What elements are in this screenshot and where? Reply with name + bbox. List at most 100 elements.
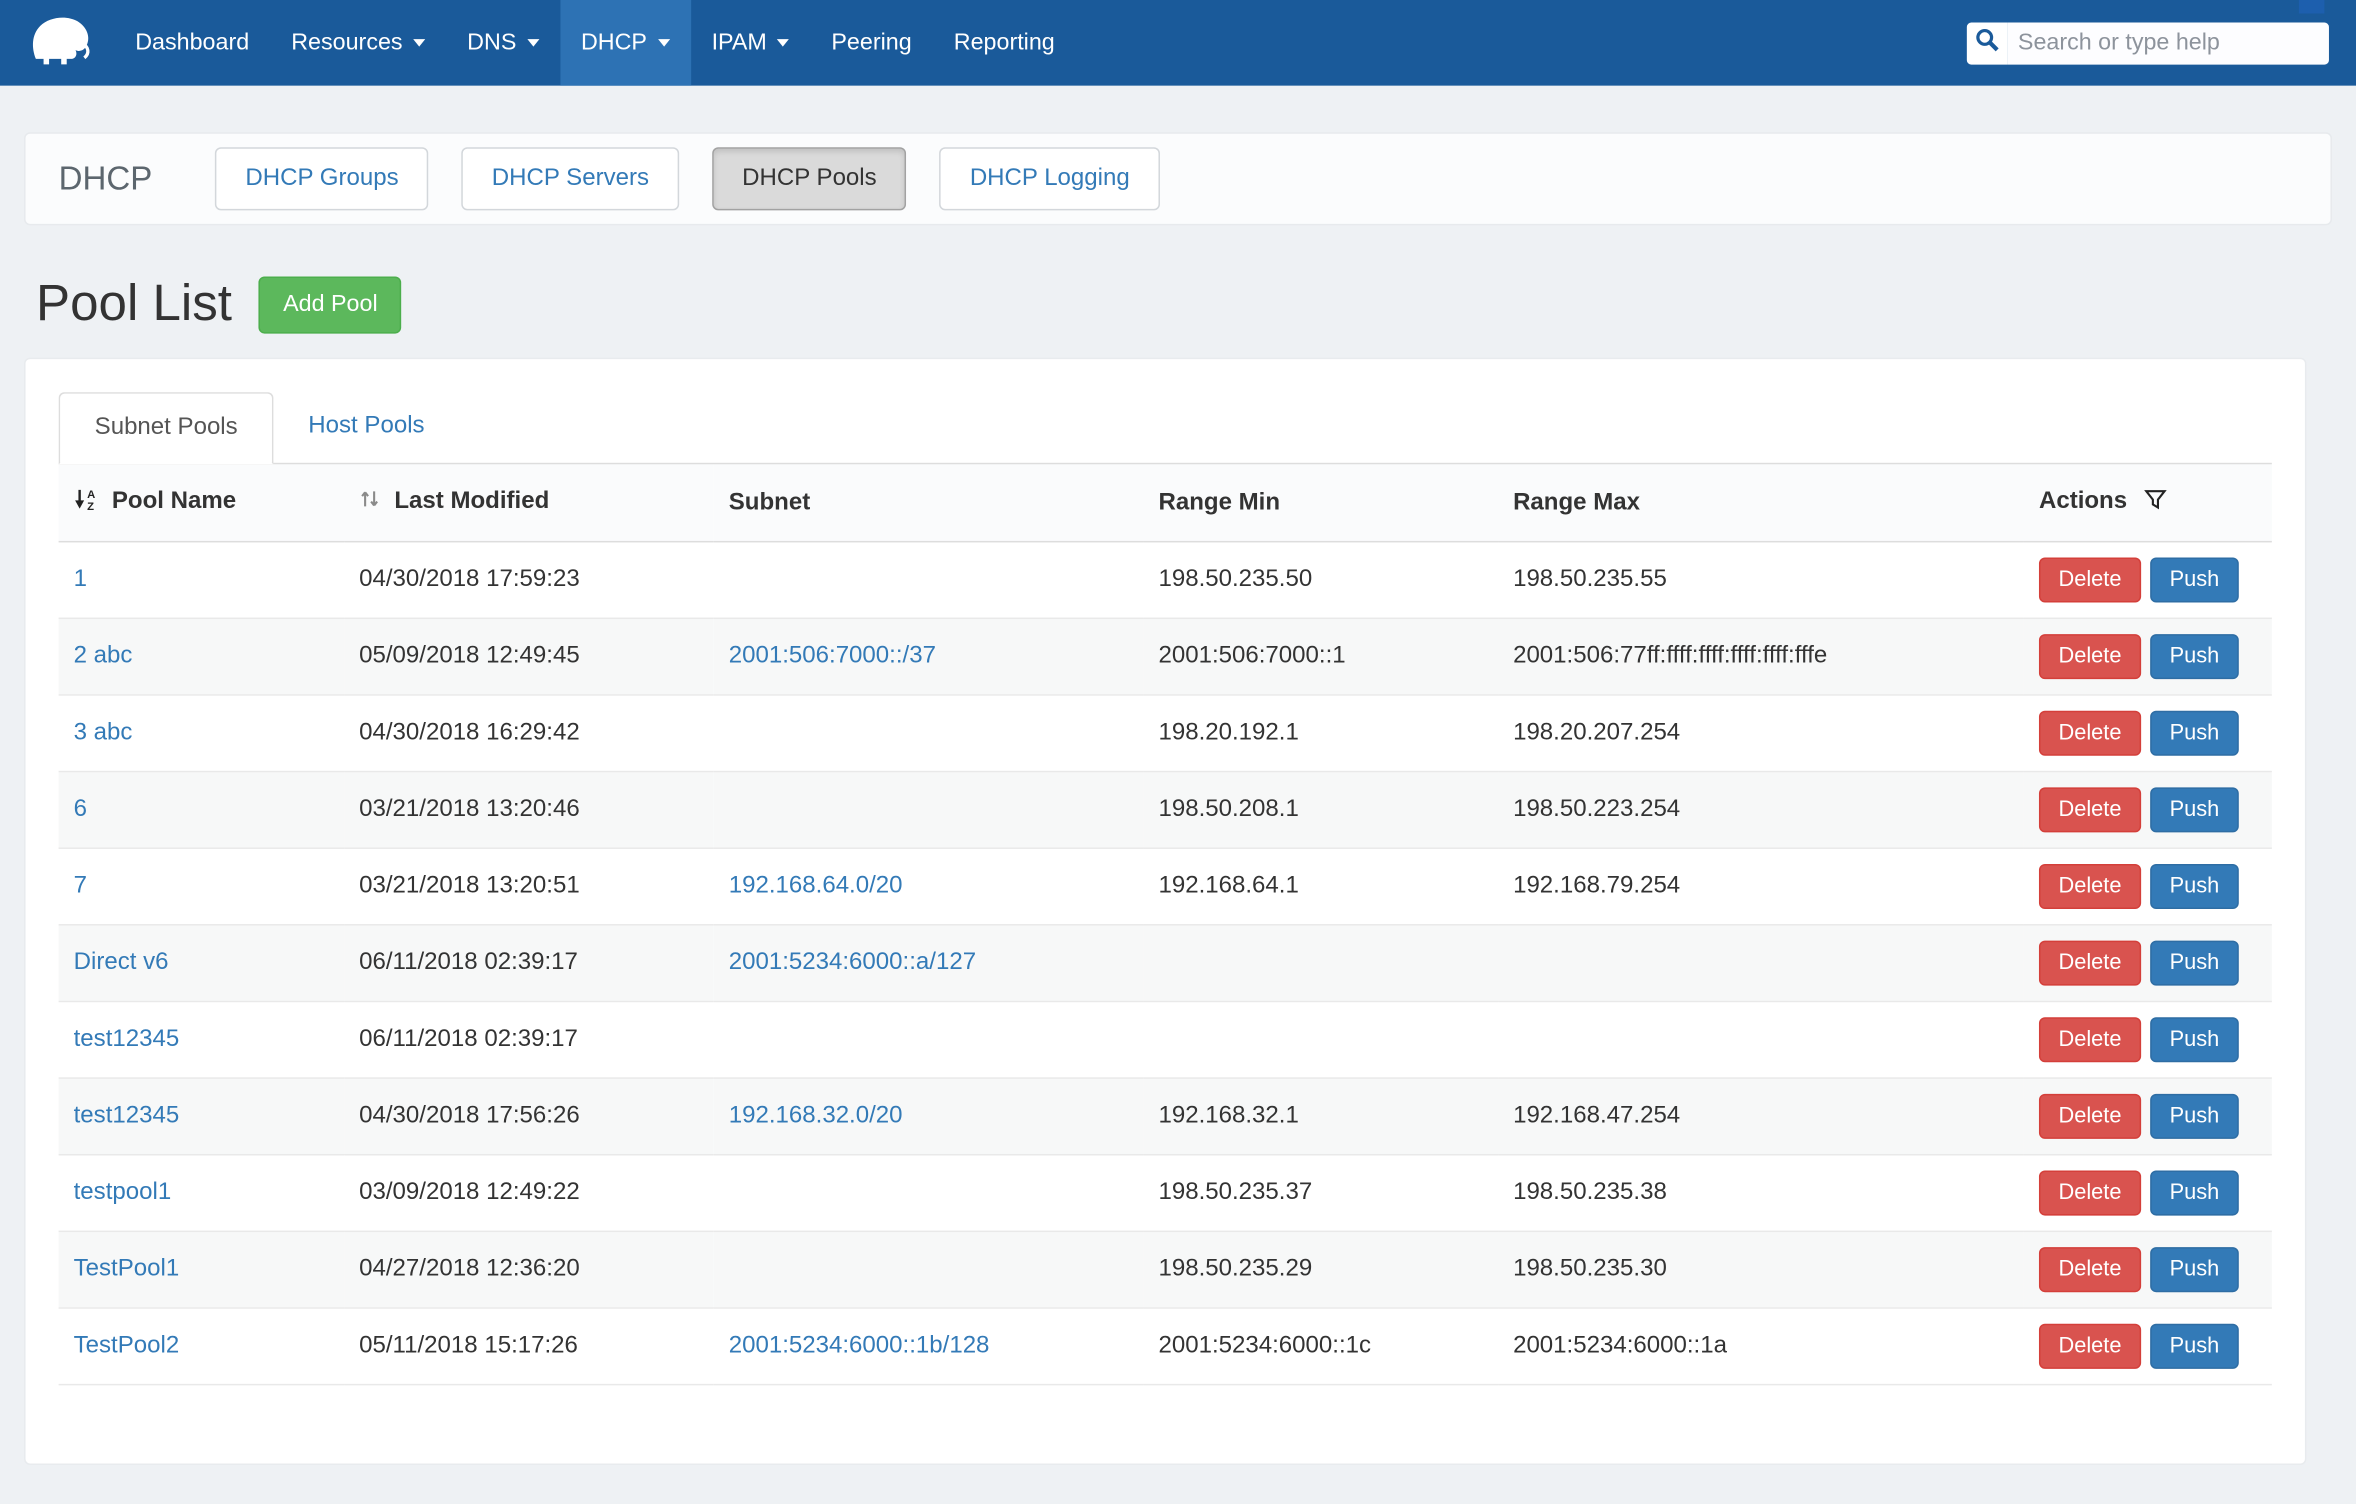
app-logo[interactable]: [27, 0, 93, 86]
table-row: 2 abc05/09/2018 12:49:452001:506:7000::/…: [59, 618, 2272, 695]
pool-name-link[interactable]: test12345: [74, 1103, 180, 1129]
dhcp-pools-button[interactable]: DHCP Pools: [712, 147, 907, 210]
nav-item-label: Resources: [291, 29, 402, 56]
last-modified-cell: 03/21/2018 13:20:51: [344, 848, 714, 925]
sort-alpha-asc-icon[interactable]: AZ: [74, 491, 98, 517]
delete-button[interactable]: Delete: [2039, 787, 2141, 832]
last-modified-cell: 04/27/2018 12:36:20: [344, 1231, 714, 1308]
actions-cell: DeletePush: [2024, 848, 2272, 925]
pool-name-link[interactable]: 2 abc: [74, 643, 133, 669]
delete-button[interactable]: Delete: [2039, 1247, 2141, 1292]
delete-button[interactable]: Delete: [2039, 557, 2141, 602]
nav-item-resources[interactable]: Resources: [270, 0, 446, 86]
mammoth-logo-icon: [27, 9, 93, 77]
subnet-cell: 2001:5234:6000::1b/128: [714, 1308, 1144, 1385]
column-header-pool-name[interactable]: AZ Pool Name: [59, 464, 344, 541]
filter-icon[interactable]: [2144, 491, 2167, 517]
delete-button[interactable]: Delete: [2039, 1170, 2141, 1215]
pool-name-cell: TestPool1: [59, 1231, 344, 1308]
delete-button[interactable]: Delete: [2039, 864, 2141, 909]
dhcp-groups-button[interactable]: DHCP Groups: [215, 147, 428, 210]
pool-name-link[interactable]: TestPool2: [74, 1333, 180, 1359]
dhcp-section-title: DHCP: [59, 159, 153, 198]
pool-name-cell: TestPool2: [59, 1308, 344, 1385]
table-row: testpool103/09/2018 12:49:22198.50.235.3…: [59, 1155, 2272, 1232]
delete-button[interactable]: Delete: [2039, 1324, 2141, 1369]
subnet-cell: 2001:5234:6000::a/127: [714, 925, 1144, 1002]
add-pool-button[interactable]: Add Pool: [259, 276, 402, 333]
subnet-cell: [714, 1001, 1144, 1078]
delete-button[interactable]: Delete: [2039, 634, 2141, 679]
pool-name-link[interactable]: TestPool1: [74, 1256, 180, 1282]
push-button[interactable]: Push: [2150, 1324, 2239, 1369]
push-button[interactable]: Push: [2150, 864, 2239, 909]
pool-name-link[interactable]: 6: [74, 796, 87, 822]
nav-item-dns[interactable]: DNS: [446, 0, 560, 86]
search-button[interactable]: [1967, 22, 2008, 64]
column-label: Last Modified: [394, 488, 549, 514]
subnet-link[interactable]: 192.168.32.0/20: [729, 1103, 903, 1129]
delete-button[interactable]: Delete: [2039, 1094, 2141, 1139]
nav-item-reporting[interactable]: Reporting: [933, 0, 1076, 86]
range-min-cell: [1143, 1001, 1498, 1078]
range-min-cell: 198.50.208.1: [1143, 772, 1498, 849]
subnet-link[interactable]: 2001:5234:6000::1b/128: [729, 1333, 990, 1359]
push-button[interactable]: Push: [2150, 1017, 2239, 1062]
push-button[interactable]: Push: [2150, 1094, 2239, 1139]
actions-cell: DeletePush: [2024, 1155, 2272, 1232]
push-button[interactable]: Push: [2150, 634, 2239, 679]
pool-list-card: Subnet Pools Host Pools AZ Pool Name Las…: [24, 358, 2306, 1465]
push-button[interactable]: Push: [2150, 941, 2239, 986]
nav-item-dashboard[interactable]: Dashboard: [114, 0, 270, 86]
push-button[interactable]: Push: [2150, 711, 2239, 756]
pool-name-link[interactable]: 1: [74, 566, 87, 592]
pool-name-link[interactable]: 7: [74, 873, 87, 899]
range-min-cell: 198.50.235.37: [1143, 1155, 1498, 1232]
tab-host-pools[interactable]: Host Pools: [274, 392, 459, 463]
subnet-cell: 192.168.64.0/20: [714, 848, 1144, 925]
range-max-cell: 2001:506:77ff:ffff:ffff:ffff:ffff:fffe: [1498, 618, 2024, 695]
delete-button[interactable]: Delete: [2039, 711, 2141, 756]
pool-name-link[interactable]: 3 abc: [74, 720, 133, 746]
push-button[interactable]: Push: [2150, 557, 2239, 602]
delete-button[interactable]: Delete: [2039, 1017, 2141, 1062]
pool-table-body: 104/30/2018 17:59:23198.50.235.50198.50.…: [59, 542, 2272, 1385]
subnet-cell: [714, 695, 1144, 772]
tab-subnet-pools[interactable]: Subnet Pools: [59, 392, 274, 464]
search-icon: [1974, 26, 2000, 59]
page-title: Pool List: [36, 275, 232, 334]
pool-name-link[interactable]: Direct v6: [74, 950, 169, 976]
push-button[interactable]: Push: [2150, 1170, 2239, 1215]
range-min-cell: 198.20.192.1: [1143, 695, 1498, 772]
table-row: 703/21/2018 13:20:51192.168.64.0/20192.1…: [59, 848, 2272, 925]
range-max-cell: 198.50.235.38: [1498, 1155, 2024, 1232]
range-max-cell: 198.50.235.55: [1498, 542, 2024, 619]
pool-name-link[interactable]: test12345: [74, 1026, 180, 1052]
push-button[interactable]: Push: [2150, 1247, 2239, 1292]
actions-cell: DeletePush: [2024, 1231, 2272, 1308]
nav-item-ipam[interactable]: IPAM: [691, 0, 811, 86]
table-row: Direct v606/11/2018 02:39:172001:5234:60…: [59, 925, 2272, 1002]
subnet-link[interactable]: 2001:506:7000::/37: [729, 643, 936, 669]
subnet-cell: 2001:506:7000::/37: [714, 618, 1144, 695]
pool-name-cell: testpool1: [59, 1155, 344, 1232]
pool-name-cell: Direct v6: [59, 925, 344, 1002]
dhcp-servers-button[interactable]: DHCP Servers: [462, 147, 679, 210]
column-header-last-modified[interactable]: Last Modified: [344, 464, 714, 541]
pool-list-header: Pool List Add Pool: [36, 275, 402, 334]
delete-button[interactable]: Delete: [2039, 941, 2141, 986]
nav-item-peering[interactable]: Peering: [810, 0, 932, 86]
dhcp-logging-button[interactable]: DHCP Logging: [940, 147, 1160, 210]
range-min-cell: 192.168.32.1: [1143, 1078, 1498, 1155]
table-row: 3 abc04/30/2018 16:29:42198.20.192.1198.…: [59, 695, 2272, 772]
table-row: TestPool205/11/2018 15:17:262001:5234:60…: [59, 1308, 2272, 1385]
nav-item-dhcp[interactable]: DHCP: [560, 0, 691, 86]
subnet-link[interactable]: 2001:5234:6000::a/127: [729, 950, 976, 976]
search-input[interactable]: [2007, 22, 2329, 64]
sort-updown-icon[interactable]: [359, 491, 380, 517]
range-min-cell: 198.50.235.50: [1143, 542, 1498, 619]
subnet-link[interactable]: 192.168.64.0/20: [729, 873, 903, 899]
pool-name-link[interactable]: testpool1: [74, 1180, 172, 1206]
push-button[interactable]: Push: [2150, 787, 2239, 832]
dhcp-section-bar: DHCP DHCP Groups DHCP Servers DHCP Pools…: [24, 132, 2332, 225]
